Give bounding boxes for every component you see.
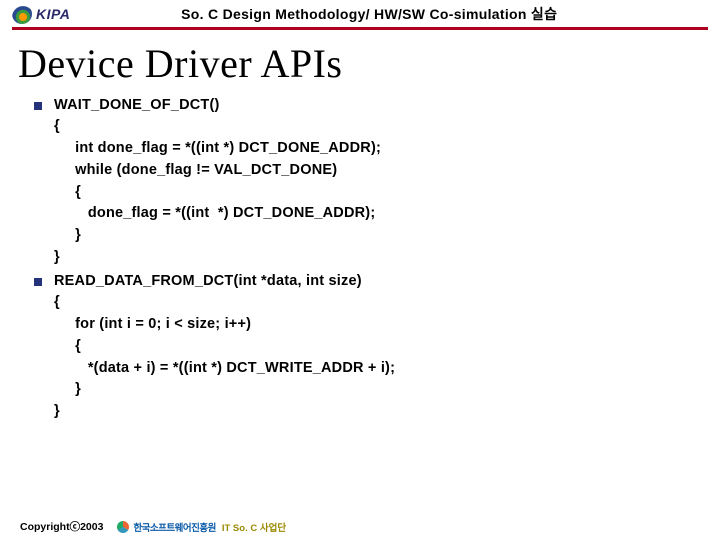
content: WAIT_DONE_OF_DCT() { int done_flag = *((… [0, 95, 720, 423]
logo-icon [12, 4, 32, 24]
code-block-2: READ_DATA_FROM_DCT(int *data, int size) … [54, 271, 395, 423]
footer-kor: 한국소프트웨어진흥원 [133, 520, 215, 534]
footer-swirl-icon [117, 521, 129, 533]
bullet-item-1: WAIT_DONE_OF_DCT() { int done_flag = *((… [34, 95, 700, 269]
logo-text: KIPA [36, 6, 70, 22]
footer: Copyrightⓒ2003 한국소프트웨어진흥원 IT So. C 사업단 [20, 519, 286, 534]
header: KIPA So. C Design Methodology/ HW/SW Co-… [0, 0, 720, 24]
footer-branding: 한국소프트웨어진흥원 IT So. C 사업단 [117, 520, 286, 534]
footer-lat: IT So. C 사업단 [222, 520, 286, 534]
code-block-1: WAIT_DONE_OF_DCT() { int done_flag = *((… [54, 95, 381, 269]
header-title: So. C Design Methodology/ HW/SW Co-simul… [70, 4, 708, 24]
bullet-item-2: READ_DATA_FROM_DCT(int *data, int size) … [34, 271, 700, 423]
bullet-icon [34, 102, 42, 110]
copyright: Copyrightⓒ2003 [20, 519, 103, 534]
bullet-icon [34, 278, 42, 286]
logo: KIPA [12, 4, 70, 24]
slide-title: Device Driver APIs [0, 30, 720, 93]
